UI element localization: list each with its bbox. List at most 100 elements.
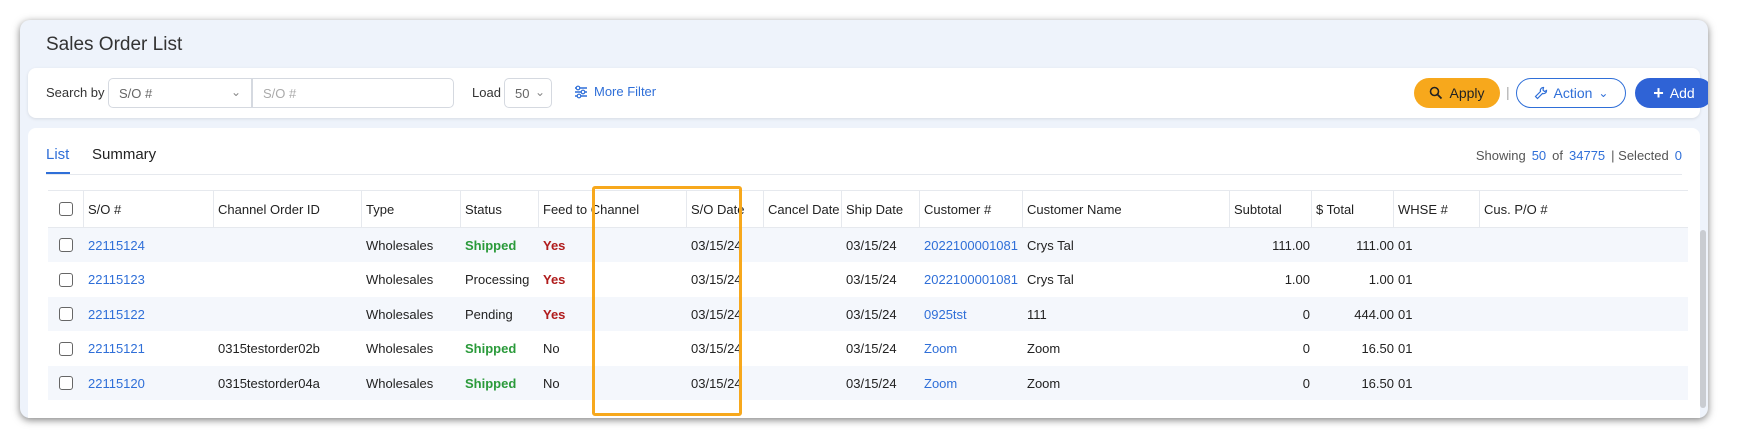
cancel-date-cell [768, 297, 846, 331]
table-row[interactable]: 22115121 0315testorder02b Wholesales Shippe… [48, 331, 1688, 366]
cancel-date-cell [768, 366, 846, 400]
customer-no-link[interactable]: Zoom [924, 366, 1027, 400]
col-cancel-date[interactable]: Cancel Date [764, 191, 842, 227]
table-row[interactable]: 22115123 Wholesales Processing Yes 03/15/24 0… [48, 262, 1688, 297]
tab-list[interactable]: List [46, 146, 69, 163]
customer-no-link[interactable]: Zoom [924, 332, 1027, 366]
row-checkbox[interactable] [59, 238, 73, 252]
chevron-down-icon: ⌄ [230, 85, 241, 99]
col-feed-to-channel[interactable]: Feed to Channel [539, 191, 687, 227]
customer-no-link[interactable]: 2022100001081 [924, 263, 1027, 297]
so-number-link[interactable]: 22115124 [88, 228, 218, 262]
table-row[interactable]: 22115124 Wholesales Shipped Yes 03/15/24 03/1… [48, 228, 1688, 262]
status-cell: Pending [465, 306, 513, 322]
col-customer-no[interactable]: Customer # [920, 191, 1023, 227]
row-checkbox-cell [48, 332, 84, 366]
so-number-link[interactable]: 22115121 [88, 332, 218, 366]
feed-to-channel-cell: No [543, 341, 560, 356]
vertical-scrollbar[interactable] [1700, 230, 1706, 408]
load-label: Load [472, 85, 501, 100]
channel-order-id-cell [218, 297, 366, 331]
so-date-cell: 03/15/24 [691, 237, 742, 253]
col-whse[interactable]: WHSE # [1394, 191, 1480, 227]
status-cell: Shipped [465, 341, 517, 356]
sales-order-window: Sales Order List Search by S/O # ⌄ Load … [20, 20, 1708, 418]
row-checkbox-cell [48, 263, 84, 297]
total-cell: 1.00 [1368, 272, 1394, 287]
total-cell: 111.00 [1356, 237, 1394, 253]
select-all-cell [48, 191, 84, 227]
search-field-value: S/O # [119, 86, 153, 101]
action-button[interactable]: Action ⌄ [1516, 78, 1626, 108]
filter-bar: Search by S/O # ⌄ Load 50 ⌄ More Filter [28, 68, 1708, 118]
status-cell: Shipped [465, 237, 517, 253]
search-field-select[interactable]: S/O # ⌄ [108, 78, 252, 108]
so-number-link[interactable]: 22115123 [88, 263, 218, 297]
col-channel-order-id[interactable]: Channel Order ID [214, 191, 362, 227]
customer-no-link[interactable]: 0925tst [924, 297, 1027, 331]
total-cell: 16.50 [1361, 375, 1394, 391]
whse-cell: 01 [1398, 306, 1413, 322]
active-tab-indicator [46, 172, 70, 174]
search-input[interactable] [252, 78, 454, 108]
subtotal-cell: 1.00 [1284, 272, 1310, 287]
total-count: 34775 [1569, 148, 1606, 163]
total-cell: 16.50 [1361, 341, 1394, 356]
search-icon [1430, 86, 1443, 100]
so-number-link[interactable]: 22115120 [88, 366, 218, 400]
action-label: Action [1553, 85, 1593, 101]
col-customer-name[interactable]: Customer Name [1023, 191, 1230, 227]
of-label: of [1552, 148, 1564, 163]
col-type[interactable]: Type [362, 191, 461, 227]
col-so-date[interactable]: S/O Date [687, 191, 764, 227]
type-cell: Wholesales [366, 272, 434, 287]
ship-date-cell: 03/15/24 [846, 306, 897, 322]
ship-date-cell: 03/15/24 [846, 341, 897, 356]
status-cell: Shipped [465, 375, 517, 391]
toolbar-separator: | [1506, 84, 1510, 100]
feed-to-channel-cell: Yes [543, 272, 566, 287]
row-checkbox[interactable] [59, 341, 73, 356]
customer-name-cell: Crys Tal [1027, 272, 1074, 287]
showing-label: Showing [1475, 148, 1526, 163]
row-checkbox[interactable] [59, 376, 73, 390]
selected-count: 0 [1674, 148, 1682, 163]
col-total[interactable]: $ Total [1312, 191, 1394, 227]
so-date-cell: 03/15/24 [691, 306, 742, 322]
feed-to-channel-cell: Yes [543, 237, 566, 253]
col-so[interactable]: S/O # [84, 191, 214, 227]
chevron-down-icon: ⌄ [534, 85, 545, 99]
row-checkbox-cell [48, 297, 84, 331]
select-all-checkbox[interactable] [58, 202, 73, 216]
row-checkbox-cell [48, 228, 84, 262]
total-cell: 444.00 [1354, 306, 1394, 322]
customer-no-link[interactable]: 2022100001081 [924, 228, 1027, 262]
subtotal-cell: 0 [1302, 341, 1310, 356]
customer-name-cell: Zoom [1027, 341, 1061, 356]
feed-to-channel-cell: Yes [543, 306, 566, 322]
tabs-divider [46, 174, 1682, 175]
showing-count: 50 [1531, 148, 1547, 163]
col-subtotal[interactable]: Subtotal [1230, 191, 1312, 227]
customer-name-cell: 111 [1027, 306, 1047, 322]
col-status[interactable]: Status [461, 191, 539, 227]
row-checkbox[interactable] [59, 272, 73, 287]
plus-icon: + [1653, 82, 1664, 103]
selected-label: | Selected [1611, 148, 1669, 163]
col-cus-po[interactable]: Cus. P/O # [1480, 191, 1688, 227]
tab-summary[interactable]: Summary [92, 146, 156, 163]
whse-cell: 01 [1398, 341, 1413, 356]
more-filter-link[interactable]: More Filter [574, 84, 656, 99]
apply-button[interactable]: Apply [1414, 78, 1500, 108]
table-row[interactable]: 22115120 0315testorder04a Wholesales Shippe… [48, 366, 1688, 400]
load-select[interactable]: 50 ⌄ [504, 78, 552, 108]
so-number-link[interactable]: 22115122 [88, 297, 218, 331]
table-row[interactable]: 22115122 Wholesales Pending Yes 03/15/24 03/1… [48, 297, 1688, 331]
customer-name-cell: Zoom [1027, 375, 1061, 391]
wrench-icon [1534, 86, 1547, 100]
feed-to-channel-cell: No [543, 375, 560, 391]
row-checkbox[interactable] [59, 307, 73, 321]
col-ship-date[interactable]: Ship Date [842, 191, 920, 227]
add-button[interactable]: + Add [1635, 78, 1708, 108]
cancel-date-cell [768, 332, 846, 366]
